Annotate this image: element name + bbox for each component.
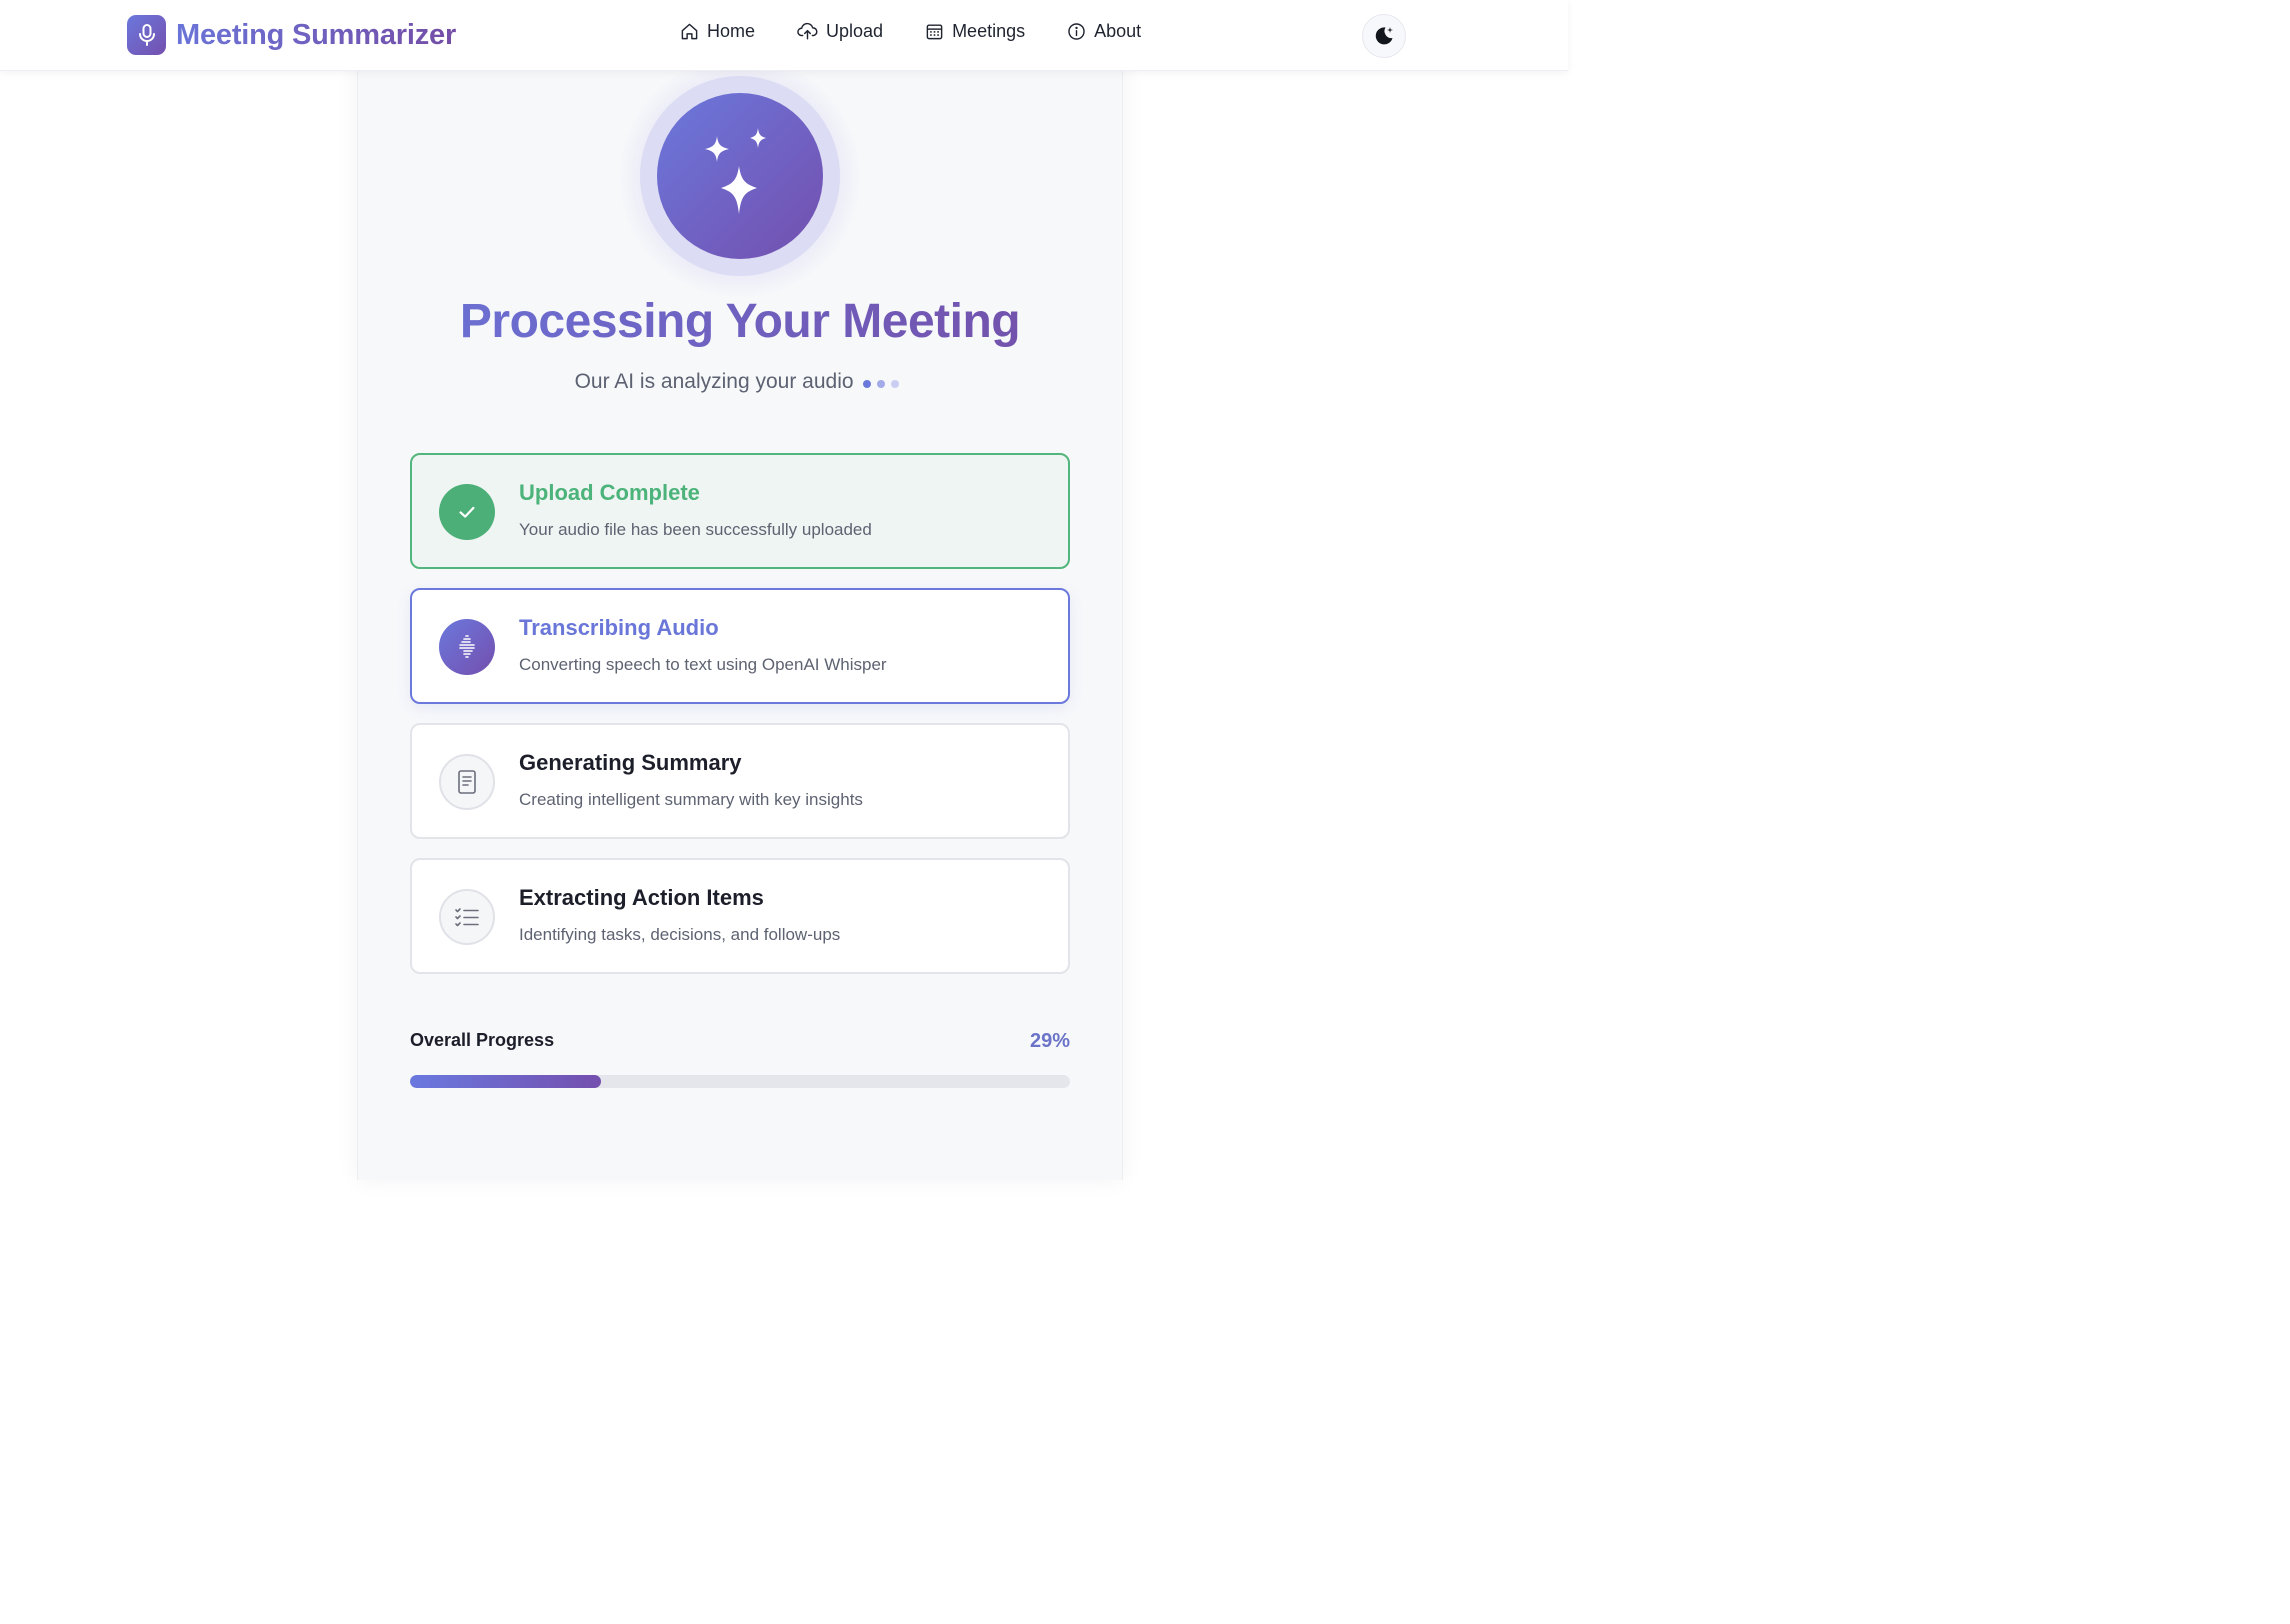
calendar-icon	[926, 24, 943, 40]
step-title: Transcribing Audio	[519, 615, 719, 640]
hero-badge	[657, 93, 823, 259]
nav-about-label: About	[1094, 21, 1142, 41]
step-generating-summary: Generating Summary Creating intelligent …	[410, 723, 1070, 839]
moon-stars-icon	[1375, 27, 1393, 45]
microphone-icon	[127, 15, 166, 55]
progress-bar-fill	[410, 1075, 602, 1088]
nav-upload[interactable]: Upload	[797, 21, 883, 42]
brand[interactable]: Meeting Summarizer	[127, 15, 456, 55]
nav-meetings-label: Meetings	[952, 21, 1026, 41]
waveform-icon	[439, 619, 495, 675]
step-description: Identifying tasks, decisions, and follow…	[519, 925, 841, 944]
check-icon	[439, 484, 495, 540]
step-title: Generating Summary	[519, 750, 742, 775]
home-icon	[681, 23, 698, 40]
step-extracting-action-items: Extracting Action Items Identifying task…	[410, 858, 1070, 974]
app-name: Meeting Summarizer	[176, 18, 457, 51]
progress-label: Overall Progress	[410, 1030, 555, 1050]
subtitle-text: Our AI is analyzing your audio	[574, 370, 854, 393]
step-description: Converting speech to text using OpenAI W…	[519, 655, 887, 674]
nav-upload-label: Upload	[826, 21, 884, 41]
nav-home-label: Home	[707, 21, 756, 41]
top-navbar: Meeting Summarizer Home Upload Meetings …	[0, 0, 1568, 71]
main-nav: Home Upload Meetings About	[680, 21, 1183, 42]
info-icon	[1068, 23, 1085, 40]
nav-home[interactable]: Home	[680, 21, 755, 42]
sparkles-icon	[705, 128, 766, 214]
progress-bar	[410, 1075, 1070, 1088]
page-title: Processing Your Meeting	[357, 294, 1123, 349]
step-transcribing-audio: Transcribing Audio Converting speech to …	[410, 588, 1070, 704]
theme-toggle-button[interactable]	[1362, 14, 1406, 58]
checklist-icon	[439, 889, 495, 945]
progress-percent: 29%	[1029, 1030, 1070, 1052]
document-icon	[439, 754, 495, 810]
step-title: Extracting Action Items	[519, 885, 764, 910]
page-subtitle: Our AI is analyzing your audio	[357, 370, 1123, 394]
nav-meetings[interactable]: Meetings	[925, 21, 1025, 42]
nav-about[interactable]: About	[1067, 21, 1141, 42]
step-upload-complete: Upload Complete Your audio file has been…	[410, 453, 1070, 569]
step-description: Creating intelligent summary with key in…	[519, 790, 863, 809]
step-title: Upload Complete	[519, 480, 700, 505]
loading-dots	[863, 370, 905, 394]
cloud-upload-icon	[797, 22, 818, 40]
step-description: Your audio file has been successfully up…	[519, 520, 872, 539]
